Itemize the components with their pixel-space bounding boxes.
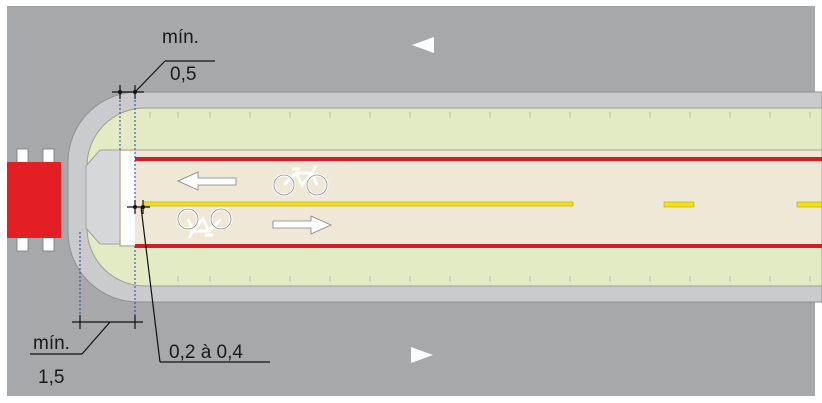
dim-dot (141, 205, 145, 209)
center-line (142, 201, 574, 207)
lane-edge-top (135, 157, 822, 161)
center-dash-2 (796, 201, 822, 208)
dim-dot (133, 205, 137, 209)
bike-lane-median-diagram: mín. 0,5 0,2 à 0,4 mín. 1,5 (0, 0, 822, 403)
dim-bottom-label: mín. (33, 333, 70, 354)
median-nose (85, 149, 121, 245)
dim-top-value: 0,5 (170, 64, 196, 85)
center-dash-1 (663, 201, 695, 208)
lane-end-strip (121, 151, 135, 245)
dim-gap-value: 0,2 à 0,4 (169, 342, 243, 363)
dim-bottom-value: 1,5 (38, 367, 64, 388)
bike-lane-surface (119, 149, 822, 247)
red-obstacle (7, 148, 61, 252)
dim-dot (133, 90, 137, 94)
lane-edge-bottom (135, 244, 822, 248)
dim-dot (118, 90, 122, 94)
dim-top-label: mín. (162, 27, 199, 48)
